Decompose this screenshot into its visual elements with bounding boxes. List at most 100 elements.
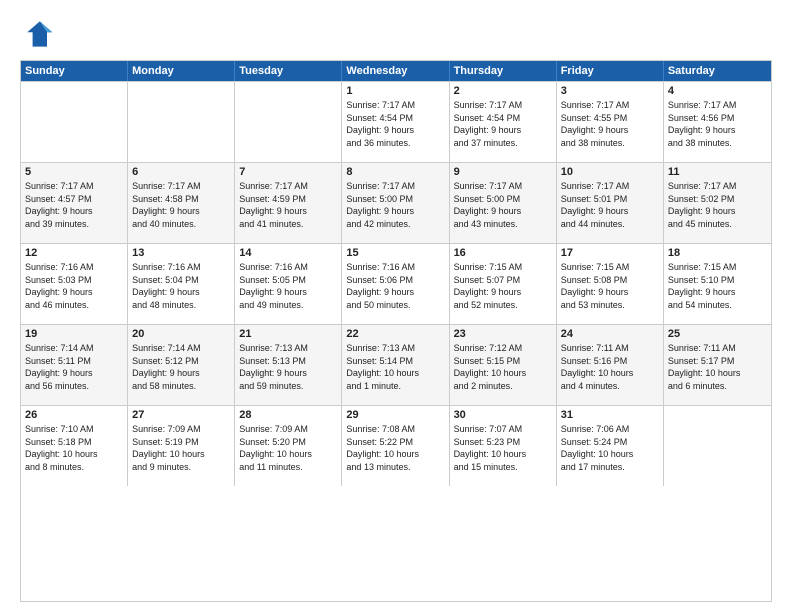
day-info: Sunrise: 7:16 AM Sunset: 5:04 PM Dayligh… (132, 261, 230, 311)
calendar-cell: 17 Sunrise: 7:15 AM Sunset: 5:08 PM Dayli… (557, 244, 664, 324)
day-number: 8 (346, 166, 444, 178)
day-info: Sunrise: 7:17 AM Sunset: 4:56 PM Dayligh… (668, 99, 767, 149)
day-number: 27 (132, 409, 230, 421)
day-info: Sunrise: 7:11 AM Sunset: 5:16 PM Dayligh… (561, 342, 659, 392)
day-number: 3 (561, 85, 659, 97)
day-number: 17 (561, 247, 659, 259)
day-number: 23 (454, 328, 552, 340)
day-info: Sunrise: 7:15 AM Sunset: 5:07 PM Dayligh… (454, 261, 552, 311)
calendar-cell: 14 Sunrise: 7:16 AM Sunset: 5:05 PM Dayli… (235, 244, 342, 324)
weekday-header-wednesday: Wednesday (342, 61, 449, 81)
calendar-cell: 7 Sunrise: 7:17 AM Sunset: 4:59 PM Daylig… (235, 163, 342, 243)
day-info: Sunrise: 7:17 AM Sunset: 4:58 PM Dayligh… (132, 180, 230, 230)
day-number: 30 (454, 409, 552, 421)
calendar-cell: 11Sunrise: 7:17 AM Sunset: 5:02 PM Dayli… (664, 163, 771, 243)
day-info: Sunrise: 7:17 AM Sunset: 4:54 PM Dayligh… (454, 99, 552, 149)
day-number: 29 (346, 409, 444, 421)
day-number: 12 (25, 247, 123, 259)
calendar-cell: 18Sunrise: 7:15 AM Sunset: 5:10 PM Dayli… (664, 244, 771, 324)
day-info: Sunrise: 7:17 AM Sunset: 4:59 PM Dayligh… (239, 180, 337, 230)
calendar: SundayMondayTuesdayWednesdayThursdayFrid… (20, 60, 772, 602)
day-info: Sunrise: 7:08 AM Sunset: 5:22 PM Dayligh… (346, 423, 444, 473)
day-info: Sunrise: 7:13 AM Sunset: 5:14 PM Dayligh… (346, 342, 444, 392)
calendar-cell: 22 Sunrise: 7:13 AM Sunset: 5:14 PM Dayli… (342, 325, 449, 405)
logo (20, 16, 60, 52)
calendar-cell: 2 Sunrise: 7:17 AM Sunset: 4:54 PM Daylig… (450, 82, 557, 162)
calendar-cell: 1Sunrise: 7:17 AM Sunset: 4:54 PM Daylig… (342, 82, 449, 162)
day-number: 20 (132, 328, 230, 340)
calendar-body: 1 Sunrise: 7:17 AM Sunset: 4:54 PM Daylig… (21, 81, 771, 486)
calendar-cell (235, 82, 342, 162)
calendar-cell: 19Sunrise: 7:14 AM Sunset: 5:11 PM Dayli… (21, 325, 128, 405)
calendar-cell: 4 Sunrise: 7:17 AM Sunset: 4:56 PM Daylig… (664, 82, 771, 162)
calendar-cell: 24 Sunrise: 7:11 AM Sunset: 5:16 PM Dayli… (557, 325, 664, 405)
day-info: Sunrise: 7:16 AM Sunset: 5:06 PM Dayligh… (346, 261, 444, 311)
page: SundayMondayTuesdayWednesdayThursdayFrid… (0, 0, 792, 612)
day-info: Sunrise: 7:13 AM Sunset: 5:13 PM Dayligh… (239, 342, 337, 392)
day-info: Sunrise: 7:14 AM Sunset: 5:11 PM Dayligh… (25, 342, 123, 392)
day-number: 13 (132, 247, 230, 259)
day-info: Sunrise: 7:16 AM Sunset: 5:03 PM Dayligh… (25, 261, 123, 311)
calendar-cell: 29 Sunrise: 7:08 AM Sunset: 5:22 PM Dayli… (342, 406, 449, 486)
calendar-cell: 21 Sunrise: 7:13 AM Sunset: 5:13 PM Dayli… (235, 325, 342, 405)
calendar-week-3: 12 Sunrise: 7:16 AM Sunset: 5:03 PM Dayli… (21, 243, 771, 324)
day-number: 5 (25, 166, 123, 178)
day-number: 21 (239, 328, 337, 340)
calendar-cell: 20 Sunrise: 7:14 AM Sunset: 5:12 PM Dayli… (128, 325, 235, 405)
day-number: 15 (346, 247, 444, 259)
calendar-cell: 8 Sunrise: 7:17 AM Sunset: 5:00 PM Daylig… (342, 163, 449, 243)
day-number: 28 (239, 409, 337, 421)
calendar-cell: 12 Sunrise: 7:16 AM Sunset: 5:03 PM Dayli… (21, 244, 128, 324)
calendar-cell: 26 Sunrise: 7:10 AM Sunset: 5:18 PM Dayli… (21, 406, 128, 486)
day-info: Sunrise: 7:17 AM Sunset: 4:57 PM Dayligh… (25, 180, 123, 230)
day-info: Sunrise: 7:14 AM Sunset: 5:12 PM Dayligh… (132, 342, 230, 392)
calendar-cell: 13 Sunrise: 7:16 AM Sunset: 5:04 PM Dayli… (128, 244, 235, 324)
calendar-cell (664, 406, 771, 486)
day-number: 9 (454, 166, 552, 178)
day-number: 6 (132, 166, 230, 178)
calendar-cell: 9 Sunrise: 7:17 AM Sunset: 5:00 PM Daylig… (450, 163, 557, 243)
weekday-header-monday: Monday (128, 61, 235, 81)
day-number: 31 (561, 409, 659, 421)
day-number: 16 (454, 247, 552, 259)
day-number: 22 (346, 328, 444, 340)
calendar-cell: 15 Sunrise: 7:16 AM Sunset: 5:06 PM Dayli… (342, 244, 449, 324)
day-number: 7 (239, 166, 337, 178)
day-number: 24 (561, 328, 659, 340)
logo-icon (20, 16, 56, 52)
calendar-cell: 30Sunrise: 7:07 AM Sunset: 5:23 PM Dayli… (450, 406, 557, 486)
calendar-week-5: 26 Sunrise: 7:10 AM Sunset: 5:18 PM Dayli… (21, 405, 771, 486)
calendar-cell: 28Sunrise: 7:09 AM Sunset: 5:20 PM Dayli… (235, 406, 342, 486)
day-number: 4 (668, 85, 767, 97)
day-number: 1 (346, 85, 444, 97)
calendar-cell: 5 Sunrise: 7:17 AM Sunset: 4:57 PM Daylig… (21, 163, 128, 243)
weekday-header-saturday: Saturday (664, 61, 771, 81)
day-info: Sunrise: 7:17 AM Sunset: 5:00 PM Dayligh… (454, 180, 552, 230)
day-info: Sunrise: 7:09 AM Sunset: 5:19 PM Dayligh… (132, 423, 230, 473)
weekday-header-tuesday: Tuesday (235, 61, 342, 81)
day-number: 2 (454, 85, 552, 97)
day-info: Sunrise: 7:12 AM Sunset: 5:15 PM Dayligh… (454, 342, 552, 392)
day-info: Sunrise: 7:06 AM Sunset: 5:24 PM Dayligh… (561, 423, 659, 473)
calendar-header: SundayMondayTuesdayWednesdayThursdayFrid… (21, 61, 771, 81)
day-info: Sunrise: 7:15 AM Sunset: 5:08 PM Dayligh… (561, 261, 659, 311)
calendar-week-4: 19Sunrise: 7:14 AM Sunset: 5:11 PM Dayli… (21, 324, 771, 405)
day-info: Sunrise: 7:11 AM Sunset: 5:17 PM Dayligh… (668, 342, 767, 392)
weekday-header-friday: Friday (557, 61, 664, 81)
calendar-cell: 31 Sunrise: 7:06 AM Sunset: 5:24 PM Dayli… (557, 406, 664, 486)
day-info: Sunrise: 7:10 AM Sunset: 5:18 PM Dayligh… (25, 423, 123, 473)
calendar-cell: 25 Sunrise: 7:11 AM Sunset: 5:17 PM Dayli… (664, 325, 771, 405)
weekday-header-thursday: Thursday (450, 61, 557, 81)
calendar-cell: 6 Sunrise: 7:17 AM Sunset: 4:58 PM Daylig… (128, 163, 235, 243)
day-info: Sunrise: 7:17 AM Sunset: 5:01 PM Dayligh… (561, 180, 659, 230)
calendar-cell (128, 82, 235, 162)
calendar-cell: 3Sunrise: 7:17 AM Sunset: 4:55 PM Daylig… (557, 82, 664, 162)
day-number: 10 (561, 166, 659, 178)
day-number: 25 (668, 328, 767, 340)
day-info: Sunrise: 7:17 AM Sunset: 5:00 PM Dayligh… (346, 180, 444, 230)
calendar-cell: 23 Sunrise: 7:12 AM Sunset: 5:15 PM Dayli… (450, 325, 557, 405)
day-number: 26 (25, 409, 123, 421)
day-info: Sunrise: 7:16 AM Sunset: 5:05 PM Dayligh… (239, 261, 337, 311)
day-info: Sunrise: 7:15 AM Sunset: 5:10 PM Dayligh… (668, 261, 767, 311)
day-number: 14 (239, 247, 337, 259)
